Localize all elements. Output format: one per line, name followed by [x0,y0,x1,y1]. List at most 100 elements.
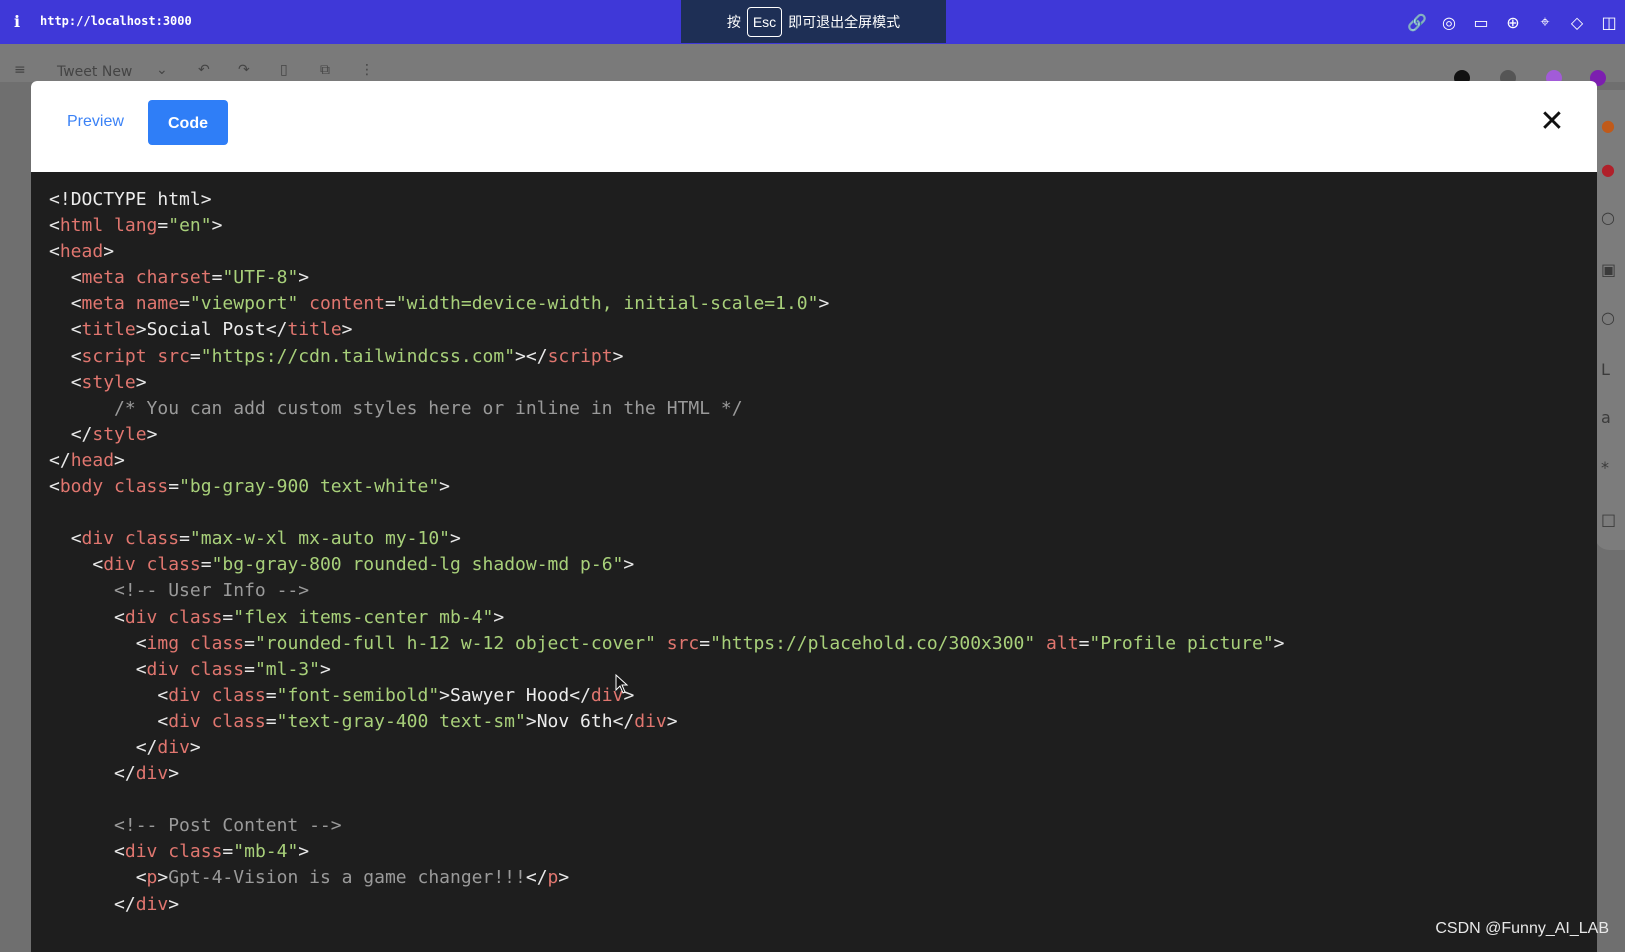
target-icon[interactable]: ⌖ [1529,12,1561,32]
code-line: <div class="flex items-center mb-4"> [49,604,1597,630]
code-token: div [168,684,201,706]
code-token: div [135,763,169,785]
code-line: <div class="ml-3"> [49,656,1597,682]
window-icon[interactable]: ▭ [1465,13,1497,32]
code-token: = [222,606,234,628]
code-token: head [70,449,115,471]
code-token: div [124,606,158,628]
code-token: class [157,841,223,863]
more-icon: ⋮ [360,62,374,78]
panel-icon[interactable]: ◫ [1593,13,1625,32]
esc-key-label: Esc [746,6,783,37]
watermark: CSDN @Funny_AI_LAB [1435,920,1609,937]
code-line: </head> [49,447,1597,473]
code-token: "max-w-xl mx-auto my-10" [189,528,451,550]
code-token: /* You can add custom styles here or inl… [49,397,743,419]
code-token: div [81,528,115,550]
globe-icon[interactable]: ⊕ [1497,13,1529,32]
link-icon[interactable]: 🔗 [1401,13,1433,32]
code-token: < [135,867,147,889]
esc-banner-prefix: 按 [726,13,741,30]
code-line: /* You can add custom styles here or inl… [49,395,1597,421]
code-token: = [179,293,190,315]
code-token: class [135,554,201,576]
redo-icon: ↷ [238,62,250,78]
code-token: > [103,241,115,263]
code-token: < [70,345,82,367]
fullscreen-exit-banner: 按 Esc 即可退出全屏模式 [681,0,946,43]
code-token: style [81,371,136,393]
code-token: "bg-gray-800 rounded-lg shadow-md p-6" [211,554,624,576]
code-token: content [298,293,385,315]
code-token: Nov 6th [536,710,613,732]
code-token: > [558,867,570,889]
square-icon: □ [1601,510,1617,529]
code-token: class [200,710,266,732]
code-token: class [179,658,245,680]
code-token: charset [124,267,212,289]
code-line: <div class="mb-4"> [49,838,1597,864]
code-token: = [200,554,212,576]
code-token: div [124,841,158,863]
tab-code[interactable]: Code [148,100,228,145]
code-token: < [49,476,60,498]
code-token: < [114,841,125,863]
close-icon[interactable]: ✕ [1537,107,1567,137]
code-token: div [146,658,180,680]
code-token: div [168,710,201,732]
code-token: < [70,371,82,393]
code-token: > [157,867,169,889]
code-token: src [655,632,700,654]
code-token: < [49,241,60,263]
asterisk-icon: * [1601,458,1609,477]
code-line: </div> [49,760,1597,786]
tab-preview[interactable]: Preview [53,100,138,144]
code-token: < [49,215,60,237]
code-token: </ [265,319,288,341]
chevron-down-icon: ⌄ [156,62,168,78]
background-editor-toolbar: ≡ Tweet New ⌄ ↶ ↷ ▯ ⧉ ⋮ [0,44,1625,82]
code-token: DOCTYPE html [70,189,201,210]
code-token: <!-- Post Content --> [49,815,342,837]
code-token: "https://placehold.co/300x300" [710,632,1036,654]
address-url[interactable]: http://localhost:3000 [40,14,192,28]
code-token: class [157,606,223,628]
browser-top-bar: i http://localhost:3000 按 Esc 即可退出全屏模式 🔗… [0,0,1625,44]
code-token: </ [114,893,136,915]
info-icon[interactable]: i [14,12,20,31]
code-icon[interactable]: ◇ [1561,13,1593,32]
code-token: class [103,476,169,498]
code-token: = [385,293,396,315]
code-token: alt [1035,632,1079,654]
code-line: <div class="bg-gray-800 rounded-lg shado… [49,551,1597,577]
code-token: = [168,476,180,498]
code-token: > [114,449,125,471]
code-line: <!-- User Info --> [49,577,1597,603]
code-viewer[interactable]: <!DOCTYPE html> <html lang="en"> <head> <m… [31,172,1597,952]
code-line: <div class="text-gray-400 text-sm">Nov 6… [49,708,1597,734]
code-line: <!-- Post Content --> [49,812,1597,838]
code-token: = [222,841,234,863]
code-token: <!-- User Info --> [49,580,310,602]
code-token: > [146,423,158,445]
code-token: meta [81,267,125,289]
code-token: div [135,893,169,915]
code-token: div [157,736,190,758]
code-token: > [493,606,505,628]
code-token: = [265,710,277,732]
code-token: "text-gray-400 text-sm" [276,710,526,732]
code-token: <! [49,189,71,210]
code-token: meta [81,293,125,315]
camera-icon[interactable]: ◎ [1433,13,1465,32]
code-token: "flex items-center mb-4" [233,606,494,628]
code-line: </div> [49,891,1597,917]
code-line: <div class="font-semibold">Sawyer Hood</… [49,682,1597,708]
code-line: <body class="bg-gray-900 text-white"> [49,473,1597,499]
